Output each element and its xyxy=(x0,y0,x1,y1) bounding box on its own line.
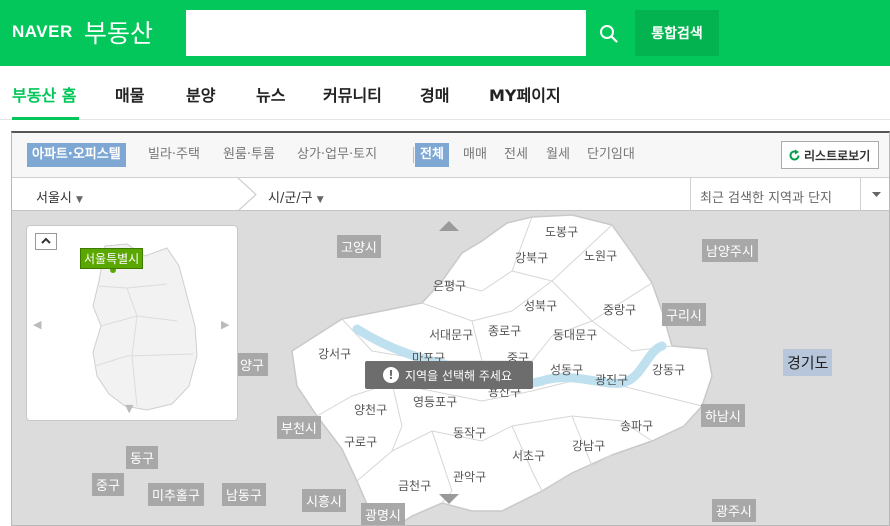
map-label-donggu[interactable]: 동구 xyxy=(126,446,158,469)
deal-sale[interactable]: 매매 xyxy=(463,143,487,167)
minimap[interactable]: 서울특별시 ◀ ▶ ▼ xyxy=(26,225,238,421)
alert-icon: ! xyxy=(383,367,399,383)
recent-search-select[interactable]: 최근 검색한 지역과 단지 xyxy=(700,187,832,206)
active-tab-indicator xyxy=(12,117,79,120)
map-label-siheung[interactable]: 시흥시 xyxy=(302,489,346,512)
filter-commercial[interactable]: 상가·업무·토지 xyxy=(297,143,377,167)
map-label-gwangju[interactable]: 광주시 xyxy=(712,499,756,522)
chevron-down-icon: ▼ xyxy=(316,195,324,205)
district-dobong[interactable]: 도봉구 xyxy=(545,223,578,240)
deal-jeonse[interactable]: 전세 xyxy=(504,143,528,167)
district-songpa[interactable]: 송파구 xyxy=(620,417,653,434)
city-select[interactable]: 서울시 ▼ xyxy=(36,187,83,206)
district-nowon[interactable]: 노원구 xyxy=(584,247,617,264)
recent-toggle-button[interactable] xyxy=(860,178,889,211)
recent-divider xyxy=(690,178,691,211)
list-view-label: 리스트로보기 xyxy=(804,148,871,163)
district-gangdong[interactable]: 강동구 xyxy=(652,361,685,378)
minimap-seoul-badge[interactable]: 서울특별시 xyxy=(80,248,144,269)
map-label-junggu-incheon[interactable]: 중구 xyxy=(92,473,124,496)
notice-text: 지역을 선택해 주세요 xyxy=(405,369,512,383)
district-jungnang[interactable]: 중랑구 xyxy=(603,301,636,318)
district-seongdong[interactable]: 성동구 xyxy=(550,361,583,378)
filter-divider xyxy=(413,147,414,163)
district-value: 시/군/구 xyxy=(268,191,313,206)
filter-apartment[interactable]: 아파트·오피스텔 xyxy=(27,143,126,167)
district-dongdaemun[interactable]: 동대문구 xyxy=(553,326,597,343)
total-search-button[interactable]: 통합검색 xyxy=(635,10,719,56)
district-geumcheon[interactable]: 금천구 xyxy=(398,477,431,494)
nav-item-auction[interactable]: 경매 xyxy=(420,82,449,106)
district-guro[interactable]: 구로구 xyxy=(344,433,377,450)
search-icon xyxy=(600,25,618,43)
district-gangbuk[interactable]: 강북구 xyxy=(515,249,548,266)
map-label-michuhol[interactable]: 미추홀구 xyxy=(148,483,204,506)
district-seongbuk[interactable]: 성북구 xyxy=(524,297,557,314)
district-gwangjin[interactable]: 광진구 xyxy=(595,371,628,388)
deal-monthly[interactable]: 월세 xyxy=(546,143,570,167)
main-nav: 부동산 홈 매물 분양 뉴스 커뮤니티 경매 MY페이지 xyxy=(0,66,890,120)
map-label-goyang[interactable]: 고양시 xyxy=(337,235,381,258)
district-gwanak[interactable]: 관악구 xyxy=(453,468,486,485)
map-label-guri[interactable]: 구리시 xyxy=(662,303,706,326)
deal-short-term[interactable]: 단기임대 xyxy=(587,143,635,167)
nav-item-community[interactable]: 커뮤니티 xyxy=(323,82,382,106)
district-gangnam[interactable]: 강남구 xyxy=(572,437,605,454)
district-yeongdeungpo[interactable]: 영등포구 xyxy=(413,393,457,410)
map-label-namyangju[interactable]: 남양주시 xyxy=(702,239,758,262)
chevron-down-icon xyxy=(872,192,881,197)
district-seodaemun[interactable]: 서대문구 xyxy=(429,326,473,343)
map-label-gwangmyeong[interactable]: 광명시 xyxy=(361,503,405,525)
search-input[interactable] xyxy=(186,10,586,56)
list-view-button[interactable]: 리스트로보기 xyxy=(781,141,879,169)
header: NAVER 부동산 통합검색 xyxy=(0,0,890,66)
nav-item-mypage[interactable]: MY페이지 xyxy=(489,82,561,106)
nav-item-listings[interactable]: 매물 xyxy=(115,82,144,106)
map-up-arrow-icon[interactable] xyxy=(439,221,459,231)
select-region-notice: ! 지역을 선택해 주세요 xyxy=(365,361,533,389)
district-select[interactable]: 시/군/구 ▼ xyxy=(268,187,324,206)
service-logo[interactable]: 부동산 xyxy=(84,14,153,50)
district-dongjak[interactable]: 동작구 xyxy=(453,424,486,441)
minimap-right-arrow-icon[interactable]: ▶ xyxy=(221,318,229,331)
filter-bar: 아파트·오피스텔 빌라·주택 원룸·투룸 상가·업무·토지 전체 매매 전세 월… xyxy=(12,133,889,177)
map-label-namdong[interactable]: 남동구 xyxy=(222,483,266,506)
nav-item-presale[interactable]: 분양 xyxy=(186,82,215,106)
refresh-icon xyxy=(789,149,800,161)
minimap-left-arrow-icon[interactable]: ◀ xyxy=(33,318,41,331)
district-gangseo[interactable]: 강서구 xyxy=(318,345,351,362)
map-label-yanggu[interactable]: 양구 xyxy=(236,353,268,376)
district-jongno[interactable]: 종로구 xyxy=(488,322,521,339)
breadcrumb-separator-icon xyxy=(237,178,257,211)
deal-all[interactable]: 전체 xyxy=(415,143,449,167)
location-bar: 서울시 ▼ 시/군/구 ▼ 최근 검색한 지역과 단지 xyxy=(12,177,889,211)
real-estate-page: NAVER 부동산 통합검색 부동산 홈 매물 분양 뉴스 커뮤니티 경매 MY… xyxy=(0,0,890,526)
filter-villa[interactable]: 빌라·주택 xyxy=(148,143,200,167)
district-eunpyeong[interactable]: 은평구 xyxy=(433,277,466,294)
naver-logo[interactable]: NAVER xyxy=(12,22,73,42)
map-label-bucheon[interactable]: 부천시 xyxy=(277,416,321,439)
map-label-gyeonggi[interactable]: 경기도 xyxy=(783,349,833,376)
city-value: 서울시 xyxy=(36,191,72,206)
map-label-hanam[interactable]: 하남시 xyxy=(701,404,745,427)
chevron-down-icon: ▼ xyxy=(76,195,83,205)
district-seocho[interactable]: 서초구 xyxy=(512,447,545,464)
minimap-down-arrow-icon[interactable]: ▼ xyxy=(125,402,133,415)
district-yangcheon[interactable]: 양천구 xyxy=(354,401,387,418)
nav-item-home[interactable]: 부동산 홈 xyxy=(12,82,76,106)
nav-item-news[interactable]: 뉴스 xyxy=(256,82,285,106)
filter-oneroom[interactable]: 원룸·투룸 xyxy=(223,143,275,167)
map-panel: 아파트·오피스텔 빌라·주택 원룸·투룸 상가·업무·토지 전체 매매 전세 월… xyxy=(11,131,890,526)
search-button[interactable] xyxy=(586,10,631,56)
map-area[interactable]: 고양시 남양주시 구리시 경기도 하남시 부천시 양구 동구 중구 미추홀구 남… xyxy=(12,211,889,525)
